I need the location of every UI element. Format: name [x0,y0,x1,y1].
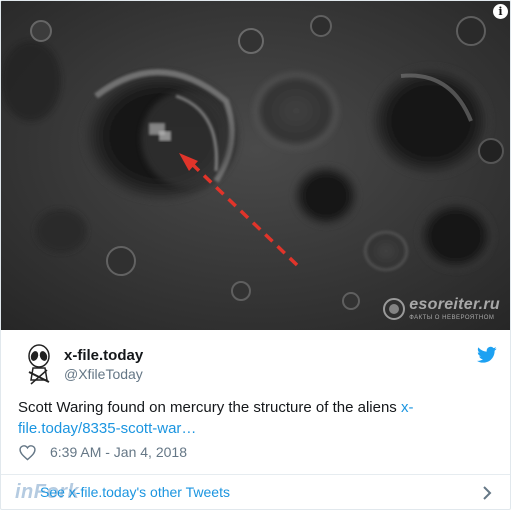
alien-avatar-icon [28,344,50,385]
embedded-tweet-card: i esoreiter.ru ФАКТЫ О НЕВЕРОЯТНОМ x-fil… [0,0,511,510]
tweet-timestamp[interactable]: 6:39 AM - Jan 4, 2018 [50,444,187,460]
watermark-tagline: ФАКТЫ О НЕВЕРОЯТНОМ [409,315,495,321]
tweet-header: x-file.today @XfileToday [17,342,497,386]
tweet-body-text: Scott Waring found on mercury the struct… [18,399,401,416]
twitter-bird-icon[interactable] [477,346,497,364]
author-name[interactable]: x-file.today [64,347,143,364]
heart-icon[interactable] [19,444,36,461]
tweet-footer[interactable]: inFork See x-file.today's other Tweets [1,475,510,509]
avatar[interactable] [17,342,61,386]
crater-surface-photo [1,1,510,330]
tweet-meta: 6:39 AM - Jan 4, 2018 [19,443,187,461]
author-handle[interactable]: @XfileToday [64,366,143,382]
image-watermark: esoreiter.ru ФАКТЫ О НЕВЕРОЯТНОМ [383,297,500,321]
see-other-tweets-link[interactable]: See x-file.today's other Tweets [40,484,230,500]
tweet-text: Scott Waring found on mercury the struct… [18,397,488,439]
watermark-name: esoreiter.ru [409,296,500,313]
tweet-media-image[interactable]: i esoreiter.ru ФАКТЫ О НЕВЕРОЯТНОМ [1,1,510,330]
chevron-right-icon[interactable] [482,485,492,501]
info-icon[interactable]: i [493,4,508,19]
watermark-logo-icon [383,298,406,320]
